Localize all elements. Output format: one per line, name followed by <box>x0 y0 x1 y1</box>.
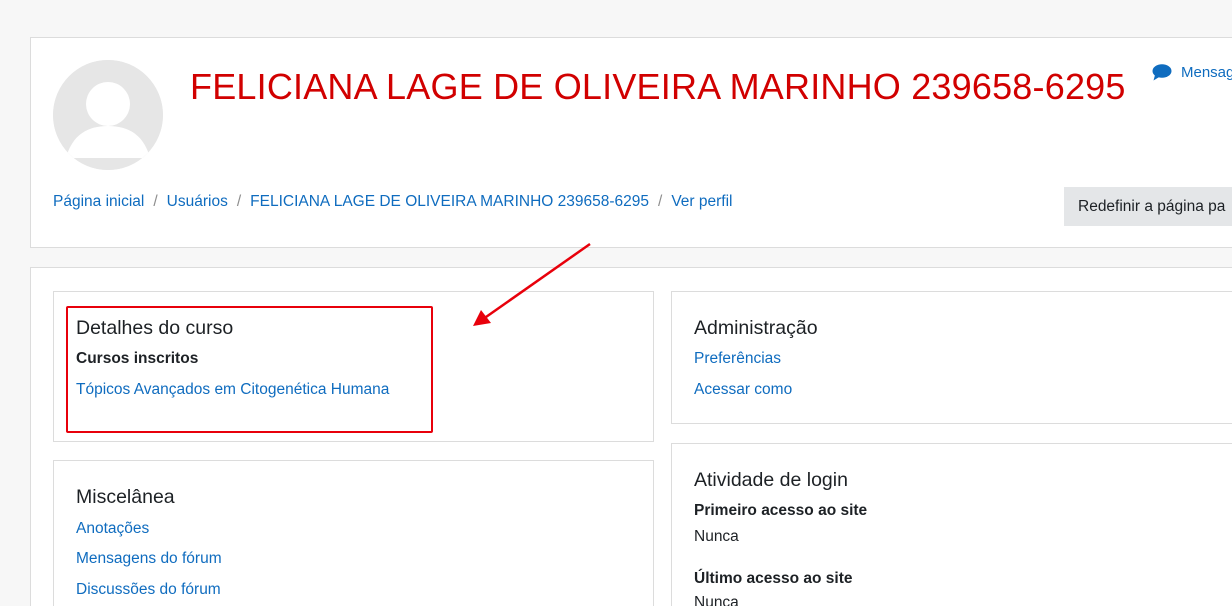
login-as-link[interactable]: Acessar como <box>694 381 792 399</box>
course-details-title: Detalhes do curso <box>76 317 234 339</box>
breadcrumb-separator: / <box>658 193 663 210</box>
forum-posts-link[interactable]: Mensagens do fórum <box>76 550 222 568</box>
page-title: FELICIANA LAGE DE OLIVEIRA MARINHO 23965… <box>190 66 1126 107</box>
course-link[interactable]: Tópicos Avançados em Citogenética Humana <box>76 381 389 399</box>
speech-bubble-icon <box>1152 64 1172 81</box>
breadcrumb-users[interactable]: Usuários <box>167 193 228 211</box>
preferences-link[interactable]: Preferências <box>694 350 781 368</box>
administration-title: Administração <box>694 317 818 339</box>
profile-page: FELICIANA LAGE DE OLIVEIRA MARINHO 23965… <box>0 0 1232 606</box>
last-access-value: Nunca <box>694 594 739 606</box>
login-activity-section: Atividade de login Primeiro acesso ao si… <box>671 443 1232 606</box>
message-button[interactable]: Mensag <box>1152 64 1232 81</box>
miscellaneous-section: Miscelânea Anotações Mensagens do fórum … <box>53 460 654 606</box>
page-header: FELICIANA LAGE DE OLIVEIRA MARINHO 23965… <box>30 37 1232 248</box>
default-user-avatar-icon <box>53 60 163 170</box>
first-access-label: Primeiro acesso ao site <box>694 502 868 519</box>
message-label: Mensag <box>1181 64 1232 81</box>
login-activity-title: Atividade de login <box>694 469 848 491</box>
enrolled-courses-label: Cursos inscritos <box>76 350 199 367</box>
breadcrumb: Página inicial / Usuários / FELICIANA LA… <box>53 193 733 211</box>
first-access-value: Nunca <box>694 528 739 545</box>
forum-discussions-link[interactable]: Discussões do fórum <box>76 581 221 599</box>
reset-page-button[interactable]: Redefinir a página pa <box>1064 187 1232 226</box>
user-avatar[interactable] <box>53 60 163 170</box>
breadcrumb-user[interactable]: FELICIANA LAGE DE OLIVEIRA MARINHO 23965… <box>250 193 649 211</box>
breadcrumb-view-profile[interactable]: Ver perfil <box>671 193 732 211</box>
breadcrumb-separator: / <box>153 193 158 210</box>
last-access-label: Último acesso ao site <box>694 570 853 587</box>
course-details-section: Detalhes do curso Cursos inscritos Tópic… <box>53 291 654 442</box>
notes-link[interactable]: Anotações <box>76 520 149 538</box>
breadcrumb-separator: / <box>236 193 242 210</box>
breadcrumb-home[interactable]: Página inicial <box>53 193 144 211</box>
administration-section: Administração Preferências Acessar como <box>671 291 1232 424</box>
miscellaneous-title: Miscelânea <box>76 486 175 508</box>
